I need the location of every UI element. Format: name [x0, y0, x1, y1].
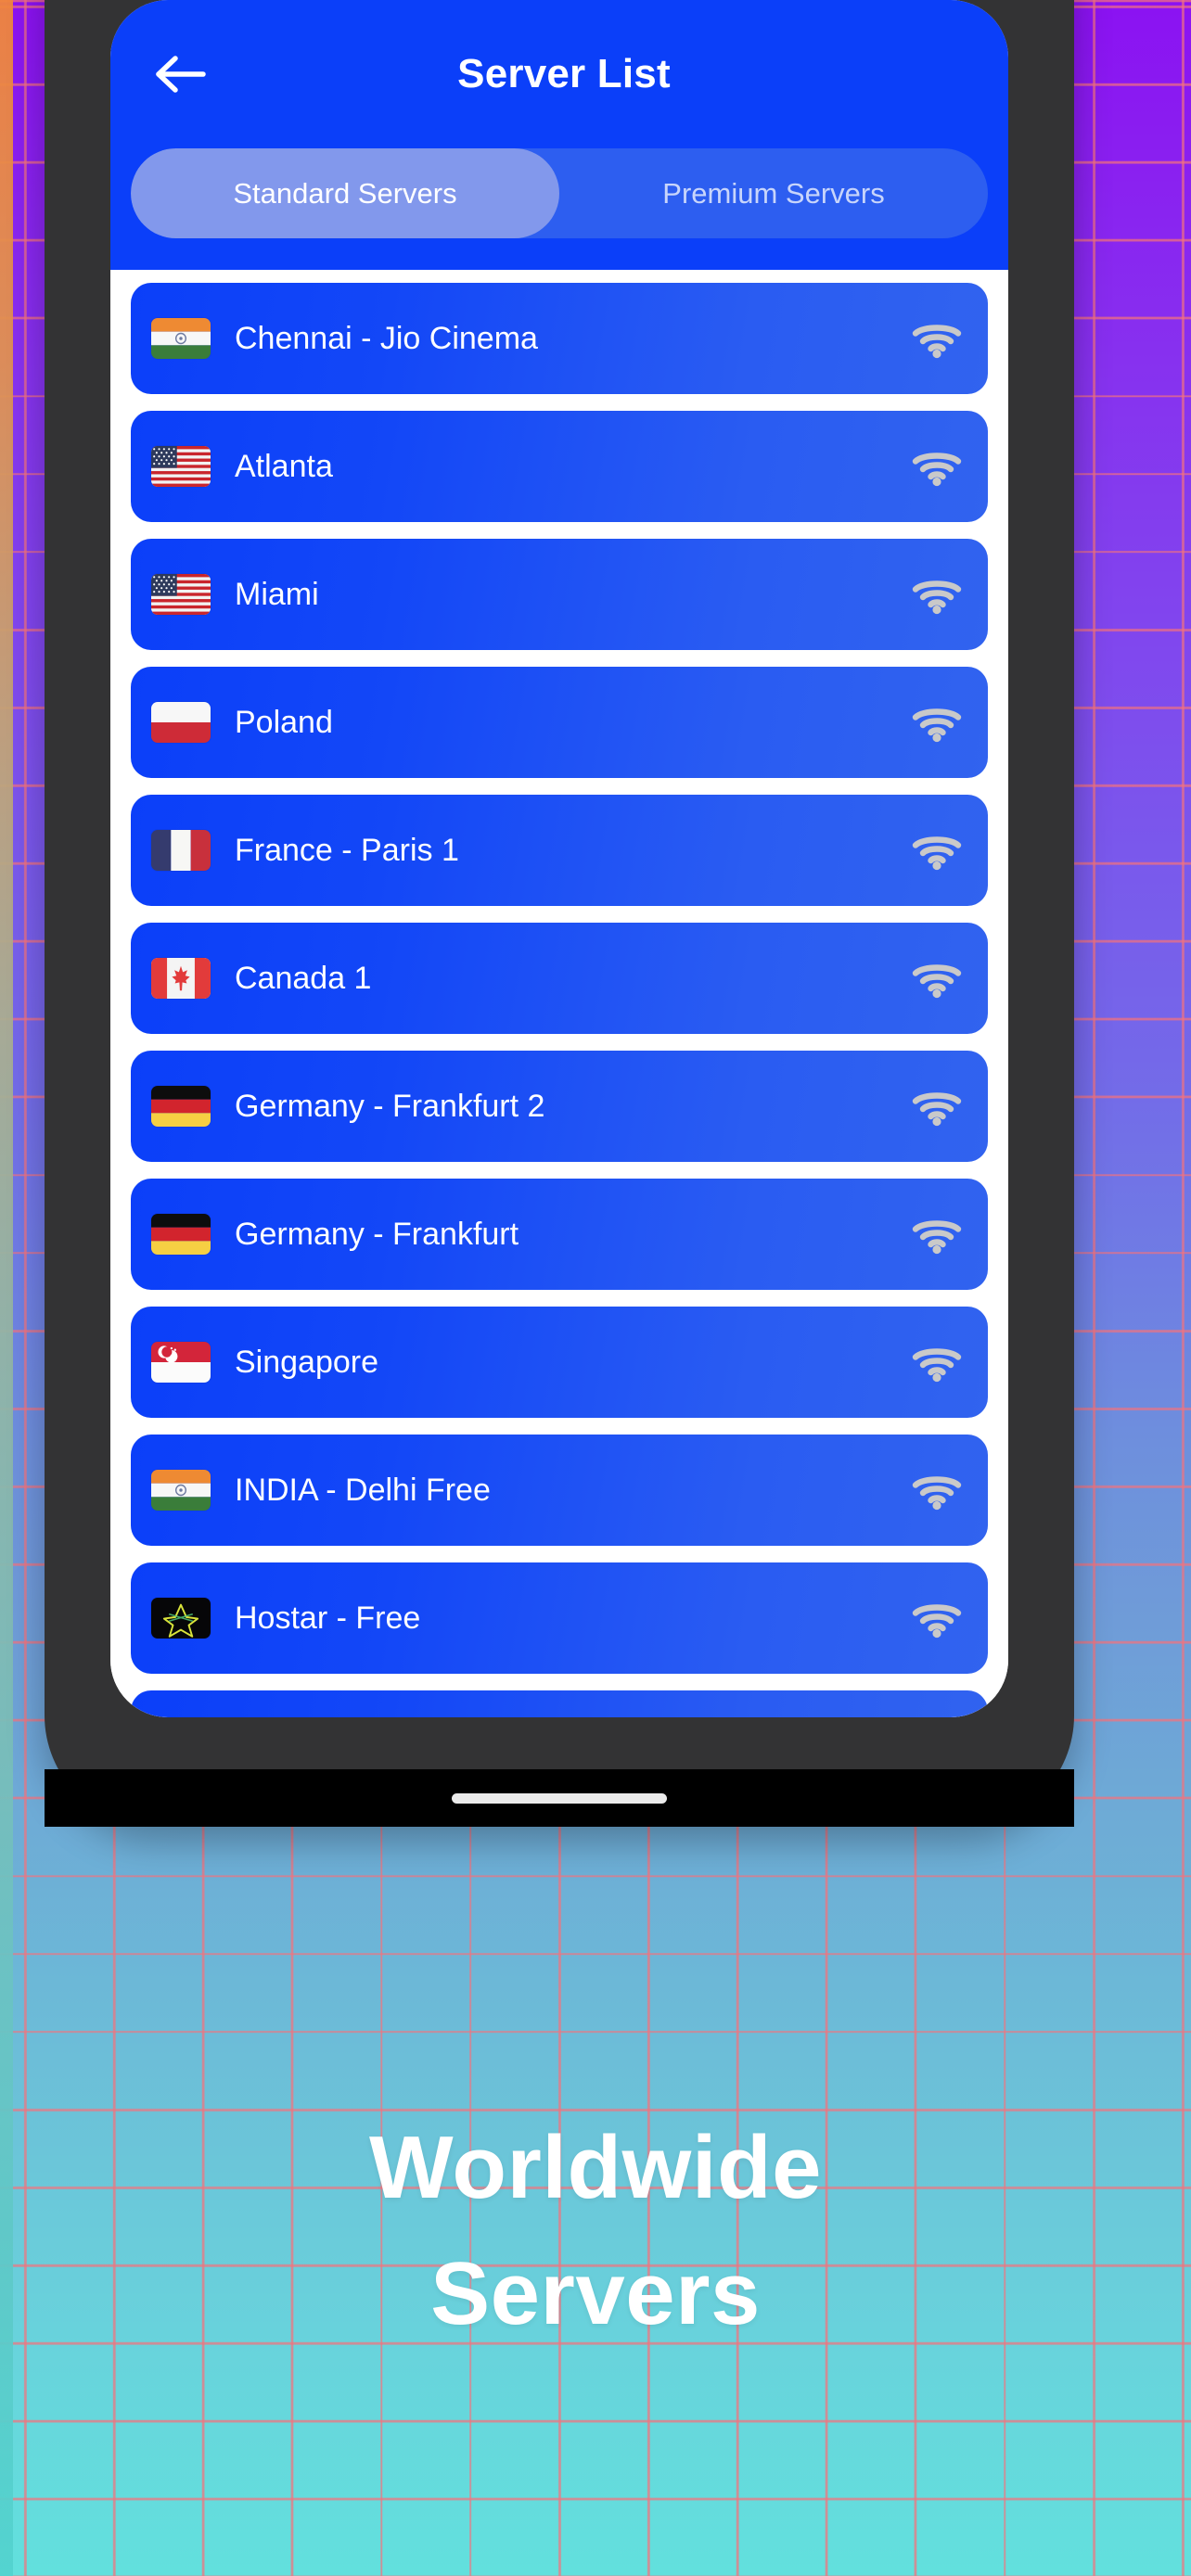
- flag-icon-pl: [151, 702, 211, 743]
- server-row[interactable]: Germany - Frankfurt: [131, 1179, 988, 1290]
- flag-icon-de: [151, 1214, 211, 1255]
- server-row[interactable]: France - Paris 1: [131, 795, 988, 906]
- server-row[interactable]: Singapore: [131, 1307, 988, 1418]
- server-row[interactable]: Atlanta: [131, 411, 988, 522]
- flag-icon-in: [151, 318, 211, 359]
- server-name: Poland: [235, 704, 333, 740]
- wifi-icon: [910, 446, 964, 487]
- wifi-icon: [910, 958, 964, 999]
- page-title: Server List: [457, 51, 671, 96]
- tab-premium-servers[interactable]: Premium Servers: [559, 148, 988, 238]
- app-header: Server List Standard Servers Premium Ser…: [110, 0, 1008, 270]
- server-row[interactable]: [131, 1690, 988, 1717]
- flag-icon-fr: [151, 830, 211, 871]
- server-name: Germany - Frankfurt: [235, 1216, 519, 1252]
- server-row[interactable]: Chennai - Jio Cinema: [131, 283, 988, 394]
- server-row[interactable]: Poland: [131, 667, 988, 778]
- flag-icon-hotstar: [151, 1598, 211, 1639]
- server-name: Miami: [235, 576, 319, 612]
- wifi-icon: [910, 318, 964, 359]
- server-row[interactable]: Canada 1: [131, 923, 988, 1034]
- server-type-tabs: Standard Servers Premium Servers: [131, 148, 988, 238]
- server-row[interactable]: Miami: [131, 539, 988, 650]
- server-row[interactable]: INDIA - Delhi Free: [131, 1435, 988, 1546]
- wifi-icon: [910, 574, 964, 615]
- server-name: Singapore: [235, 1344, 379, 1380]
- flag-icon-us: [151, 446, 211, 487]
- flag-icon-de: [151, 1086, 211, 1127]
- server-name: Chennai - Jio Cinema: [235, 320, 538, 356]
- server-name: France - Paris 1: [235, 832, 459, 868]
- promo-caption: Worldwide Servers: [0, 2105, 1191, 2358]
- flag-icon-in: [151, 1470, 211, 1511]
- back-button[interactable]: [147, 41, 214, 108]
- server-list[interactable]: Chennai - Jio Cinema Atlanta Miami Polan…: [110, 270, 1008, 1717]
- tab-standard-servers[interactable]: Standard Servers: [131, 148, 559, 238]
- server-row[interactable]: Germany - Frankfurt 2: [131, 1051, 988, 1162]
- wifi-icon: [910, 702, 964, 743]
- home-indicator[interactable]: [452, 1792, 667, 1804]
- server-row[interactable]: Hostar - Free: [131, 1562, 988, 1674]
- home-indicator-bar: [45, 1769, 1074, 1827]
- phone-mockup-frame: Server List Standard Servers Premium Ser…: [45, 0, 1074, 1827]
- wifi-icon: [910, 1342, 964, 1383]
- server-name: Atlanta: [235, 448, 333, 484]
- arrow-left-icon: [155, 53, 207, 96]
- phone-screen: Server List Standard Servers Premium Ser…: [110, 0, 1008, 1717]
- server-name: Germany - Frankfurt 2: [235, 1088, 545, 1124]
- flag-icon-sg: [151, 1342, 211, 1383]
- server-name: Hostar - Free: [235, 1600, 421, 1636]
- caption-line-1: Worldwide: [368, 2118, 823, 2217]
- flag-icon-ca: [151, 958, 211, 999]
- header-top-bar: Server List: [110, 0, 1008, 148]
- flag-icon-us: [151, 574, 211, 615]
- server-name: Canada 1: [235, 960, 372, 996]
- wifi-icon: [910, 1086, 964, 1127]
- wifi-icon: [910, 830, 964, 871]
- wifi-icon: [910, 1470, 964, 1511]
- wifi-icon: [910, 1214, 964, 1255]
- wifi-icon: [910, 1598, 964, 1639]
- server-name: INDIA - Delhi Free: [235, 1472, 491, 1508]
- caption-line-2: Servers: [430, 2244, 761, 2344]
